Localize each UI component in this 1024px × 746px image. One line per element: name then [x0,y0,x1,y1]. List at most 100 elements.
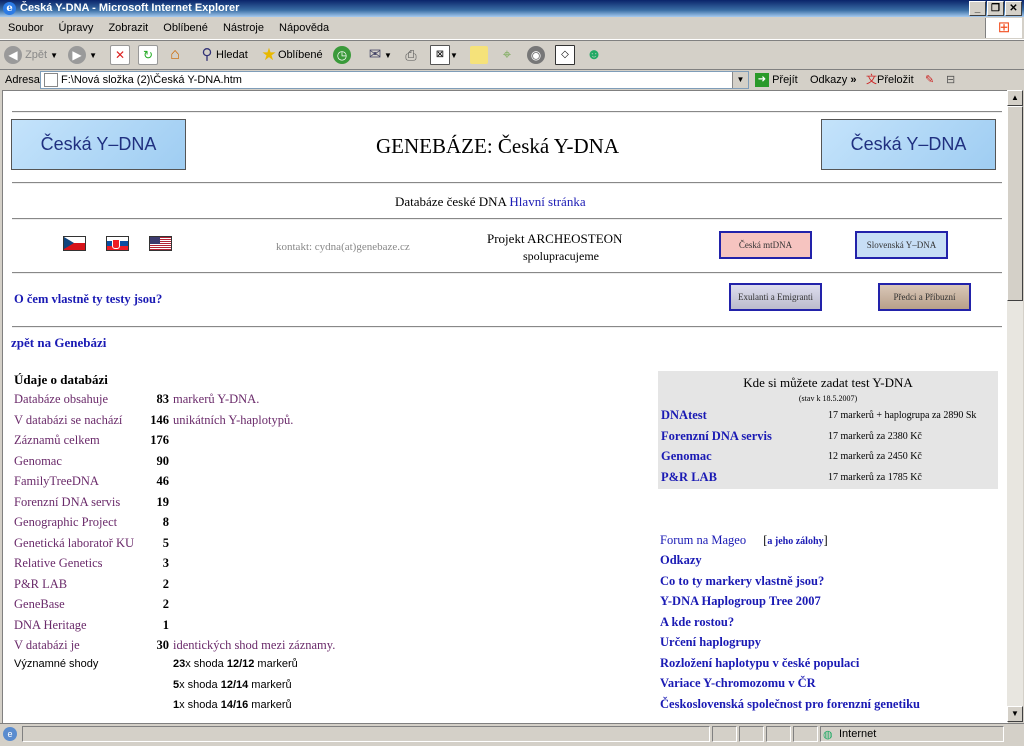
research-button[interactable]: ⌖ [498,44,516,66]
address-input[interactable]: F:\Nová složka (2)\Česká Y-DNA.htm ▼ [40,71,749,89]
people-button[interactable]: ☻ [585,44,603,66]
page-viewport: Česká Y–DNA GENEBÁZE: Česká Y-DNA Česká … [2,90,1008,723]
address-dropdown-button[interactable]: ▼ [732,72,748,88]
translate-button[interactable]: 文Přeložit [866,70,914,90]
subtitle: Databáze české DNA Hlavní stránka [395,194,586,209]
refresh-icon: ↻ [138,45,158,66]
edit-button[interactable]: ⊠ ▼ [430,44,458,66]
db-row: DNA Heritage 1 [3,618,643,636]
close-button[interactable]: ✕ [1005,1,1022,16]
zone-indicator: ◍ Internet [820,726,1004,742]
address-bar: Adresa F:\Nová složka (2)\Česká Y-DNA.ht… [0,69,1024,90]
popup-blocker-icon[interactable]: ⊟ [946,70,955,90]
go-arrow-icon: ➜ [755,73,769,88]
db-row-label: V databázi se nachází [14,412,123,427]
db-header: Údaje o databázi [14,372,108,387]
db-row-label: Forenzní DNA servis [14,494,121,509]
test-provider-link[interactable]: P&R LAB [661,470,717,485]
slovenska-ydna-button[interactable]: Slovenská Y–DNA [855,231,948,259]
discuss-button[interactable] [470,44,488,66]
sidebar-link[interactable]: Rozložení haplotypu v české populaci [660,656,859,671]
print-button[interactable]: ⎙ [402,44,420,66]
match-row: 1x shoda 14/16 markerů [173,699,292,711]
stop-button[interactable]: ✕ [110,44,130,66]
match-row: 5x shoda 12/14 markerů [173,679,292,691]
sidebar-link[interactable]: Určení haplogrupy [660,635,761,650]
restore-button[interactable]: ❐ [987,1,1004,16]
vertical-scrollbar[interactable]: ▲ ▼ [1007,90,1023,722]
page-status-icon: e [3,727,17,741]
search-button[interactable]: ⚲ Hledat [198,44,248,66]
exulanti-button[interactable]: Exulanti a Emigranti [729,283,822,311]
matches-label: Významné shody [14,658,99,670]
ceska-mtdna-button[interactable]: Česká mtDNA [719,231,812,259]
test-provider-row: Genomac 12 markerů za 2450 Kč [658,449,998,467]
scroll-up-button[interactable]: ▲ [1007,90,1023,106]
back-button[interactable]: ◀ Zpět ▼ [4,44,58,66]
sidebar-link[interactable]: Odkazy [660,553,702,568]
db-row-value: 176 [150,433,169,447]
contact-email: kontakt: cydna(at)genebaze.cz [276,241,410,253]
sidebar-link[interactable]: A kde rostou? [660,615,734,630]
scroll-thumb[interactable] [1007,106,1023,301]
home-button[interactable]: ⌂ [166,44,184,66]
translate-icon: 文 [866,74,877,86]
menu-file[interactable]: Soubor [8,22,43,34]
db-row: Genographic Project 8 [3,515,643,533]
slovak-flag-icon[interactable] [106,236,129,251]
db-row-value: 8 [162,515,169,529]
db-row-label: GeneBase [14,597,65,611]
menu-favorites[interactable]: Oblíbené [163,22,208,34]
ceska-ydna-banner-left[interactable]: Česká Y–DNA [11,119,186,170]
match-unit: markerů [248,678,292,691]
project-archeosteon[interactable]: Projekt ARCHEOSTEON [487,231,622,247]
mail-button[interactable]: ✉ ▼ [366,44,392,66]
sidebar-link[interactable]: Československá společnost pro forenzní g… [660,697,920,712]
match-row: 23x shoda 12/12 markerů [173,658,298,670]
status-bar: e ◍ Internet [0,723,1024,746]
db-row: V databázi se nachází 146 unikátních Y-hap… [3,413,643,431]
tests-info-link[interactable]: O čem vlastně ty testy jsou? [14,292,162,307]
main-page-link[interactable]: Hlavní stránka [509,194,585,209]
sidebar-link[interactable]: Y-DNA Haplogroup Tree 2007 [660,594,821,609]
db-row-value: 90 [156,453,170,468]
forum-backup-link[interactable]: a jeho zálohy [767,536,823,547]
db-row-label: FamilyTreeDNA [14,474,99,488]
menu-view[interactable]: Zobrazit [108,22,148,34]
favorites-button[interactable]: ★Oblíbené [260,44,322,66]
go-button[interactable]: ➜ Přejít [755,70,798,90]
test-provider-link[interactable]: DNAtest [661,408,707,423]
refresh-button[interactable]: ↻ [138,44,158,66]
db-row-value: 2 [162,597,169,611]
db-row-suffix: markerů Y-DNA. [173,392,260,406]
czech-flag-icon[interactable] [63,236,86,251]
forward-button[interactable]: ▶ ▼ [68,44,97,66]
menu-bar: Soubor Úpravy Zobrazit Oblíbené Nástroje… [0,17,1024,40]
db-row-value: 46 [156,474,170,488]
minimize-button[interactable]: _ [969,1,986,16]
media-button[interactable]: ◉ [527,44,545,66]
predci-button[interactable]: Předci a Příbuzní [878,283,971,311]
links-toolbar[interactable]: Odkazy » [810,70,856,90]
history-button[interactable]: ◷ [333,44,351,66]
messenger-button[interactable]: ◇ [555,44,575,66]
scroll-down-button[interactable]: ▼ [1007,706,1023,722]
db-row: Databáze obsahuje 83 markerů Y-DNA. [3,392,643,410]
us-flag-icon[interactable] [149,236,172,251]
db-row-label: Databáze obsahuje [14,392,109,406]
test-box-date: (stav k 18.5.2007) [798,394,858,403]
menu-help[interactable]: Nápověda [279,22,329,34]
test-provider-link[interactable]: Genomac [661,449,712,464]
menu-tools[interactable]: Nástroje [223,22,264,34]
ceska-ydna-banner-right[interactable]: Česká Y–DNA [821,119,996,170]
divider [12,111,1002,113]
back-to-genebaze-link[interactable]: zpět na Genebázi [11,335,106,351]
sidebar-link[interactable]: Variace Y-chromozomu v ČR [660,676,816,691]
menu-edit[interactable]: Úpravy [59,22,94,34]
sidebar-link[interactable]: Co to ty markery vlastně jsou? [660,574,824,589]
db-row-value: 3 [162,556,169,570]
test-provider-desc: 17 markerů za 1785 Kč [828,471,922,483]
test-provider-link[interactable]: Forenzní DNA servis [661,429,772,444]
highlight-icon[interactable]: ✎ [925,70,934,90]
stop-icon: ✕ [110,45,130,66]
